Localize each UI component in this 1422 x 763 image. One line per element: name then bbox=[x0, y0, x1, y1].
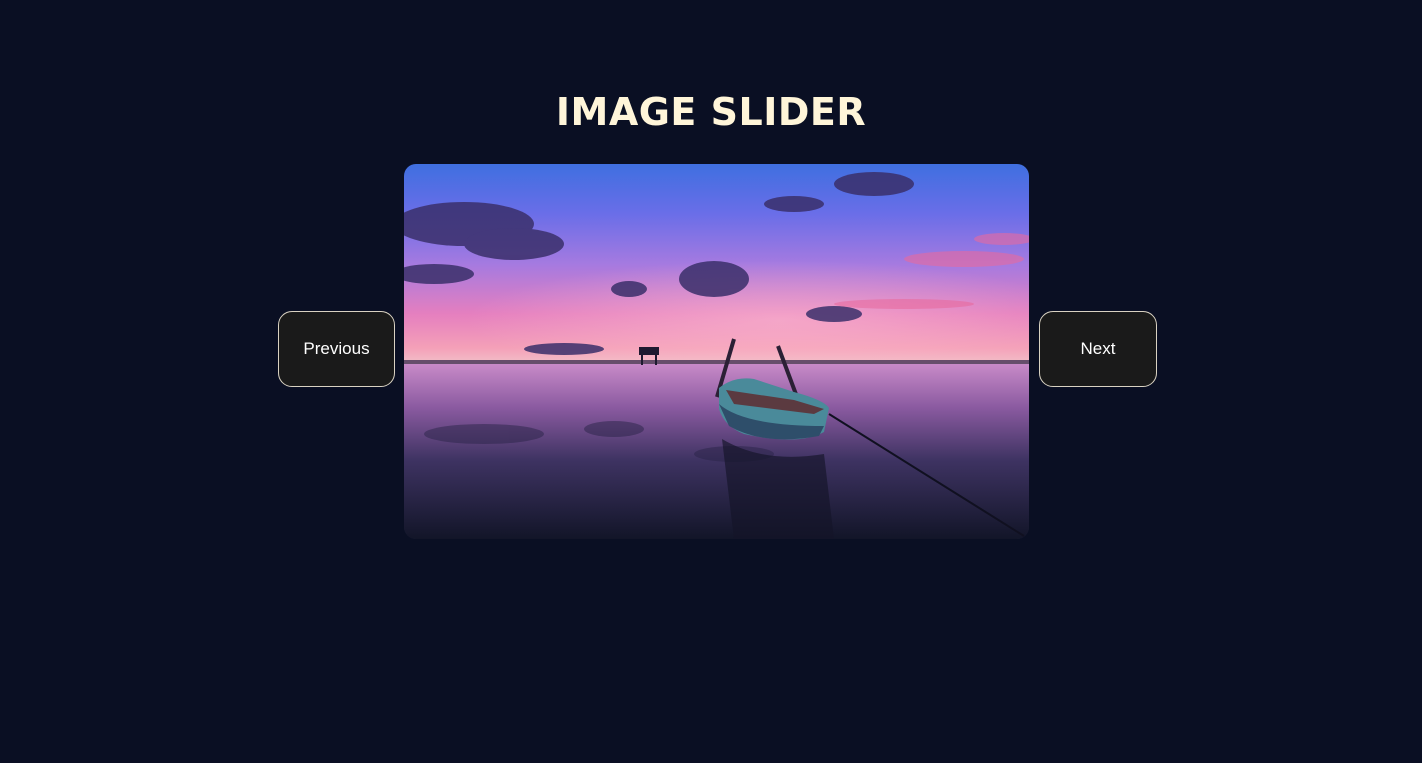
previous-button[interactable]: Previous bbox=[278, 311, 395, 387]
page-title: IMAGE SLIDER bbox=[555, 90, 867, 134]
page: IMAGE SLIDER Previous Next bbox=[0, 0, 1422, 763]
sunset-boat-image bbox=[404, 164, 1029, 539]
next-button[interactable]: Next bbox=[1039, 311, 1157, 387]
slide-image bbox=[404, 164, 1029, 539]
